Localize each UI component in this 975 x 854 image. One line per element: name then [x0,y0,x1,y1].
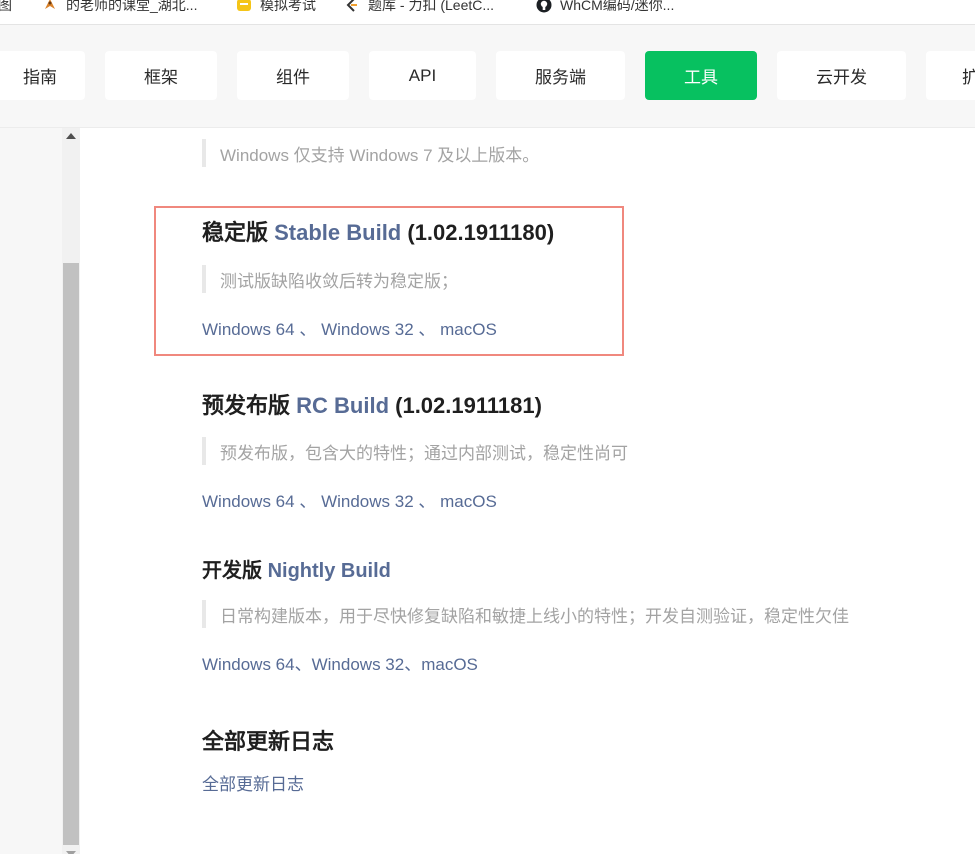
tab-server[interactable]: 服务端 [496,51,625,100]
separator: 、 [294,492,322,511]
changelog-link-text[interactable]: 全部更新日志 [202,775,304,794]
tab-label: API [408,65,437,85]
bookmark-leetcode[interactable]: 题库 - 力扣 (LeetC... [344,0,494,16]
note-text: Windows 仅支持 Windows 7 及以上版本。 [220,145,540,165]
bookmark-label: WhCM编码/迷你... [560,0,675,13]
separator: 、 [294,655,312,674]
bookmarks-bar: 地图 的老师的课堂_湖北... 模拟考试 题库 - 力扣 (LeetC... W… [0,0,975,25]
rc-build-desc: 预发布版，包含大的特性；通过内部测试，稳定性尚可 [202,437,628,465]
download-macos-link[interactable]: macOS [421,655,478,674]
tab-label: 扩 [926,63,975,88]
page: 地图 的老师的课堂_湖北... 模拟考试 题库 - 力扣 (LeetC... W… [0,0,975,854]
download-windows-32-link[interactable]: Windows 32 [321,492,414,511]
github-icon [536,0,552,13]
scroll-up-arrow-icon[interactable] [66,133,76,139]
heading-text: 全部更新日志 [202,729,335,754]
tab-api[interactable]: API [369,51,476,100]
tab-label: 服务端 [535,68,586,87]
tab-tools[interactable]: 工具 [645,51,757,100]
download-windows-64-link[interactable]: Windows 64 [202,655,295,674]
bookmark-label: 模拟考试 [260,0,316,13]
desc-text: 日常构建版本，用于尽快修复缺陷和敏捷上线小的特性；开发自测验证，稳定性欠佳 [220,606,849,626]
stable-build-highlight-box [154,206,624,356]
tab-framework[interactable]: 框架 [105,51,217,100]
nightly-build-desc: 日常构建版本，用于尽快修复缺陷和敏捷上线小的特性；开发自测验证，稳定性欠佳 [202,600,849,628]
heading-name: Nightly Build [267,560,391,582]
download-macos-link[interactable]: macOS [440,492,497,511]
tab-label: 指南 [23,68,57,87]
changelog-link[interactable]: 全部更新日志 [202,770,304,795]
tab-components[interactable]: 组件 [237,51,349,100]
leetcode-icon [344,0,360,13]
tab-label: 云开发 [816,68,867,87]
desc-text: 预发布版，包含大的特性；通过内部测试，稳定性尚可 [220,443,628,463]
download-windows-32-link[interactable]: Windows 32 [312,655,405,674]
download-windows-64-link[interactable]: Windows 64 [202,492,295,511]
bookmark-mock-exam[interactable]: 模拟考试 [236,0,316,16]
rc-build-heading: 预发布版 RC Build (1.02.1911181) [202,388,542,420]
separator: 、 [404,655,422,674]
tab-extension[interactable]: 扩 [926,51,975,100]
nightly-build-downloads: Windows 64、Windows 32、macOS [202,650,478,675]
tab-label: 组件 [276,68,310,87]
bookmark-label: 题库 - 力扣 (LeetC... [368,0,495,13]
bookmark-teacher-class[interactable]: 的老师的课堂_湖北... [42,0,197,16]
heading-version: (1.02.1911181) [389,393,542,418]
heading-name: RC Build [296,393,390,418]
bookmark-label: 的老师的课堂_湖北... [66,0,198,13]
bird-logo-icon [42,0,58,13]
tab-label: 工具 [684,68,718,87]
bookmark-github[interactable]: WhCM编码/迷你... [536,0,674,16]
bookmark-label: 地图 [0,0,12,15]
rc-build-downloads: Windows 64 、 Windows 32 、 macOS [202,487,497,512]
top-nav: 指南 框架 组件 API 服务端 工具 云开发 扩 [0,25,975,128]
tab-cloud-dev[interactable]: 云开发 [777,51,906,100]
changelog-heading: 全部更新日志 [202,724,334,756]
exam-icon [236,0,252,13]
heading-prefix: 开发版 [202,560,268,582]
tab-label: 框架 [144,68,178,87]
windows-note: Windows 仅支持 Windows 7 及以上版本。 [202,139,539,167]
separator: 、 [413,492,441,511]
nightly-build-heading: 开发版 Nightly Build [202,554,391,583]
scrollbar-thumb[interactable] [63,263,79,845]
bookmark-map[interactable]: 地图 [0,0,12,16]
tab-guide[interactable]: 指南 [0,51,85,100]
heading-prefix: 预发布版 [202,393,297,418]
